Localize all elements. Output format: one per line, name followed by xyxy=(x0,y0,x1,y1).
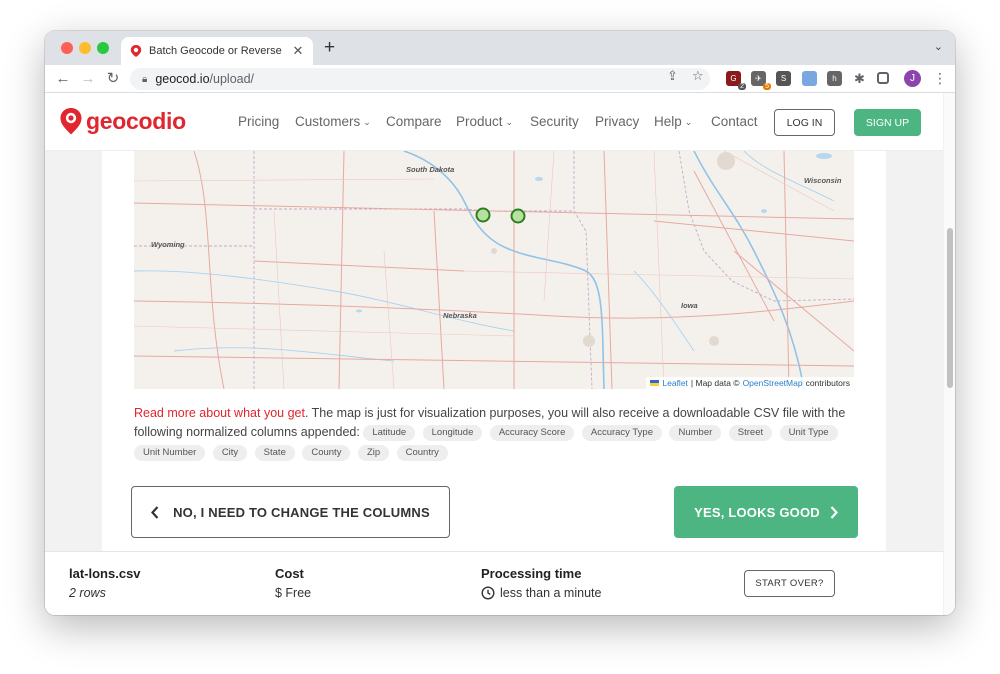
chevron-left-icon xyxy=(151,505,159,519)
bookmark-star-icon[interactable]: ☆ xyxy=(692,68,704,84)
chevron-down-icon: ⌄ xyxy=(363,116,371,127)
geocodio-logo[interactable]: geocodio xyxy=(59,107,186,136)
column-chip: Country xyxy=(396,445,448,461)
start-over-button[interactable]: START OVER? xyxy=(744,570,835,597)
column-chip: Unit Number xyxy=(134,445,206,461)
tab-title: Batch Geocode or Reverse Geocode xyxy=(149,45,285,57)
column-chip: Number xyxy=(669,425,722,441)
page-scrollbar-thumb[interactable] xyxy=(947,228,953,388)
chevron-down-icon: ⌄ xyxy=(505,116,514,127)
column-chip: Longitude xyxy=(422,425,483,441)
chevron-down-icon: ⌄ xyxy=(684,116,693,127)
map-marker[interactable] xyxy=(510,208,526,224)
column-chip: Accuracy Score xyxy=(489,425,575,441)
cost-label: Cost xyxy=(275,566,304,581)
page-viewport: geocodio Pricing Customers ⌄ Compare Prod… xyxy=(45,93,955,615)
browser-tab[interactable]: Batch Geocode or Reverse Geocode ✕ xyxy=(121,37,313,65)
nav-pricing[interactable]: Pricing xyxy=(238,114,279,129)
leaflet-link[interactable]: Leaflet xyxy=(662,378,688,388)
row-count: 2 rows xyxy=(69,586,106,600)
chevron-right-icon xyxy=(830,505,838,519)
extension-2-icon[interactable]: ✈ 5 xyxy=(751,71,771,90)
url-text: geocod.io/upload/ xyxy=(155,72,255,86)
map-marker[interactable] xyxy=(475,207,491,223)
lock-icon: 🔒︎ xyxy=(142,73,148,85)
site-header: geocodio Pricing Customers ⌄ Compare Prod… xyxy=(45,93,943,151)
ukraine-flag-icon xyxy=(650,380,660,386)
column-chip: Latitude xyxy=(363,425,416,441)
geocodio-favicon-icon xyxy=(130,45,142,57)
column-chip: State xyxy=(254,445,295,461)
forward-arrow-icon[interactable]: → xyxy=(79,69,97,89)
column-chip: Street xyxy=(728,425,773,441)
back-arrow-icon[interactable]: ← xyxy=(54,69,72,89)
processing-time-label: Processing time xyxy=(481,566,582,581)
nav-privacy[interactable]: Privacy xyxy=(595,114,639,129)
change-columns-button[interactable]: NO, I NEED TO CHANGE THE COLUMNS xyxy=(131,486,450,538)
main-content: South Dakota Wisconsin Wyoming Nebraska … xyxy=(102,151,886,551)
cost-summary: Cost $ Free xyxy=(275,566,311,600)
extensions-puzzle-icon[interactable]: ✱ xyxy=(852,71,867,86)
clock-icon xyxy=(481,586,495,600)
geocodio-pin-icon xyxy=(60,108,82,135)
profile-avatar[interactable]: J xyxy=(904,70,921,87)
upload-summary-bar: lat-lons.csv 2 rows Cost $ Free Processi… xyxy=(45,551,943,615)
browser-menu-icon[interactable]: ⋮ xyxy=(933,70,947,87)
logo-text: geocodio xyxy=(86,108,186,134)
address-bar[interactable]: 🔒︎ geocod.io/upload/ xyxy=(130,68,710,90)
nav-security[interactable]: Security xyxy=(530,114,579,129)
login-button[interactable]: LOG IN xyxy=(774,109,835,136)
extension-4-icon[interactable] xyxy=(802,71,817,86)
file-summary: lat-lons.csv 2 rows xyxy=(69,566,141,600)
cost-value: $ Free xyxy=(275,586,312,600)
map-attribution: Leaflet | Map data © OpenStreetMap contr… xyxy=(646,377,854,389)
results-map[interactable]: South Dakota Wisconsin Wyoming Nebraska … xyxy=(134,151,854,389)
share-icon[interactable]: ⇪ xyxy=(667,68,678,84)
reload-icon[interactable]: ↻ xyxy=(104,69,122,89)
title-bar: Batch Geocode or Reverse Geocode ✕ + ⌄ xyxy=(45,31,955,65)
column-chip: Unit Type xyxy=(779,425,838,441)
nav-help[interactable]: Help ⌄ xyxy=(654,114,692,129)
column-chip: Zip xyxy=(357,445,390,461)
nav-compare[interactable]: Compare xyxy=(386,114,442,129)
column-chip: City xyxy=(212,445,248,461)
columns-description: Read more about what you get. The map is… xyxy=(134,404,864,463)
processing-time-summary: Processing time less than a minute xyxy=(481,566,601,600)
minimize-window-button[interactable] xyxy=(79,42,91,54)
nav-customers[interactable]: Customers ⌄ xyxy=(295,114,371,129)
browser-toolbar: ← → ↻ 🔒︎ geocod.io/upload/ ⇪ ☆ G2 ✈ 5 S h… xyxy=(45,65,955,93)
nav-product[interactable]: Product ⌄ xyxy=(456,114,513,129)
openstreetmap-link[interactable]: OpenStreetMap xyxy=(743,378,803,388)
browser-window: Batch Geocode or Reverse Geocode ✕ + ⌄ ←… xyxy=(45,31,955,615)
file-name: lat-lons.csv xyxy=(69,566,141,581)
signup-button[interactable]: SIGN UP xyxy=(854,109,921,136)
read-more-link[interactable]: Read more about what you get xyxy=(134,406,305,420)
extension-1-icon[interactable]: G2 xyxy=(726,71,746,90)
extension-5-icon[interactable]: h xyxy=(827,71,842,86)
tab-search-chevron-icon[interactable]: ⌄ xyxy=(934,40,943,53)
column-chip: County xyxy=(302,445,351,461)
new-tab-button[interactable]: + xyxy=(324,38,335,57)
processing-time-value: less than a minute xyxy=(481,586,601,600)
side-panel-icon[interactable] xyxy=(877,72,889,84)
zoom-window-button[interactable] xyxy=(97,42,109,54)
nav-contact[interactable]: Contact xyxy=(711,114,758,129)
looks-good-button[interactable]: YES, LOOKS GOOD xyxy=(674,486,858,538)
column-chip: Accuracy Type xyxy=(581,425,662,441)
tab-close-icon[interactable]: ✕ xyxy=(291,43,305,59)
close-window-button[interactable] xyxy=(61,42,73,54)
map-markers xyxy=(475,207,526,224)
extension-3-icon[interactable]: S xyxy=(776,71,791,86)
